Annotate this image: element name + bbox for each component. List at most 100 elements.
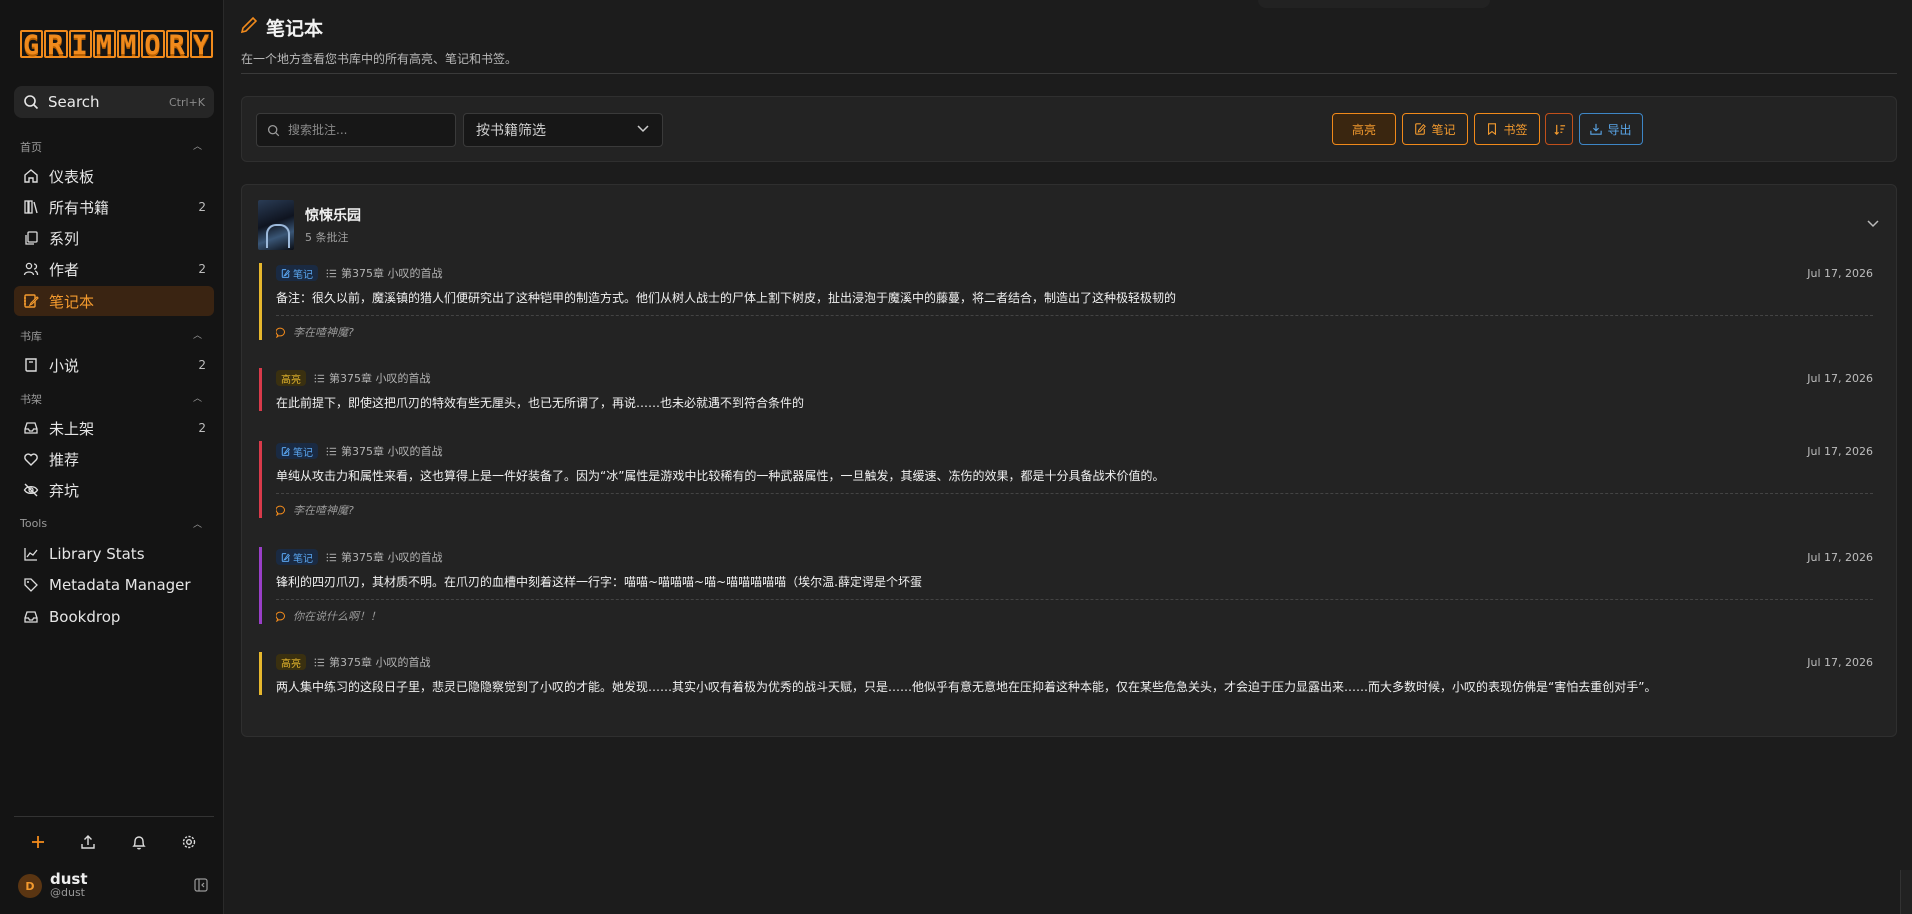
export-button[interactable]: 导出 bbox=[1579, 113, 1643, 145]
sidebar-item-label: Bookdrop bbox=[49, 608, 121, 626]
user-handle: @dust bbox=[50, 886, 85, 899]
annotation-type-badge: 笔记 bbox=[276, 549, 318, 565]
annotation-comment: 你在说什么啊！！ bbox=[276, 599, 1873, 624]
sidebar-item-count: 2 bbox=[198, 421, 206, 435]
main-content: 笔记本 在一个地方查看您书库中的所有高亮、笔记和书签。 按书籍筛选 高亮 笔记 … bbox=[224, 0, 1912, 914]
sort-icon bbox=[1553, 124, 1565, 135]
comment-icon bbox=[276, 505, 285, 516]
eye-off-icon bbox=[22, 481, 40, 499]
annotation-comment-text: 李在喳神魔? bbox=[293, 504, 354, 517]
users-icon bbox=[22, 260, 40, 278]
annotation-date: Jul 17, 2026 bbox=[1807, 655, 1873, 669]
annotation-date: Jul 17, 2026 bbox=[1807, 444, 1873, 458]
annotation-search[interactable] bbox=[256, 113, 456, 147]
sidebar-item-count: 2 bbox=[198, 200, 206, 214]
sort-button[interactable] bbox=[1545, 113, 1573, 145]
annotation-type: 高亮 bbox=[281, 658, 301, 670]
search-label: Search bbox=[48, 93, 100, 111]
notifications-button[interactable] bbox=[127, 830, 151, 854]
page-title: 笔记本 bbox=[240, 14, 323, 41]
sidebar-item-series[interactable]: 系列 bbox=[14, 223, 214, 253]
home-icon bbox=[22, 167, 40, 185]
annotation-item[interactable]: 高亮 第375章 小叹的首战 Jul 17, 2026 在此前提下，即使这把爪刃的特效… bbox=[259, 368, 1873, 411]
sidebar-item-unshelved[interactable]: 未上架 2 bbox=[14, 413, 214, 443]
annotation-type: 高亮 bbox=[281, 374, 301, 386]
library-icon bbox=[22, 198, 40, 216]
add-button[interactable] bbox=[26, 830, 50, 854]
annotation-type: 笔记 bbox=[293, 553, 313, 565]
collapse-book-button[interactable] bbox=[1866, 215, 1880, 234]
filter-highlight-button[interactable]: 高亮 bbox=[1332, 113, 1396, 145]
upload-button[interactable] bbox=[76, 830, 100, 854]
pencil-icon bbox=[240, 16, 258, 39]
list-icon bbox=[326, 269, 337, 277]
annotation-date: Jul 17, 2026 bbox=[1807, 550, 1873, 564]
book-cover bbox=[258, 200, 294, 250]
annotation-chapter-text: 第375章 小叹的首战 bbox=[329, 372, 431, 385]
section-library[interactable]: 书库 ︿ bbox=[20, 328, 202, 344]
sidebar: GRIMMORY Search Ctrl+K 首页 ︿ 仪表板 所有书籍 2 系列… bbox=[0, 0, 224, 914]
copy-icon bbox=[22, 229, 40, 247]
sidebar-item-label: 弃坑 bbox=[49, 481, 80, 500]
sidebar-divider bbox=[14, 816, 214, 817]
chevron-down-icon bbox=[1867, 220, 1879, 228]
sidebar-item-recommended[interactable]: 推荐 bbox=[14, 444, 214, 474]
note-edit-icon bbox=[1415, 123, 1427, 135]
section-title: 书架 bbox=[20, 393, 42, 406]
app-logo[interactable]: GRIMMORY bbox=[20, 30, 214, 60]
download-icon bbox=[1590, 123, 1603, 135]
annotation-search-input[interactable] bbox=[288, 123, 438, 137]
chevron-up-icon: ︿ bbox=[192, 520, 202, 530]
filter-note-button[interactable]: 笔记 bbox=[1402, 113, 1468, 145]
chart-line-icon bbox=[22, 545, 40, 563]
annotation-date: Jul 17, 2026 bbox=[1807, 266, 1873, 280]
settings-button[interactable] bbox=[177, 830, 201, 854]
annotation-chapter-text: 第375章 小叹的首战 bbox=[341, 551, 443, 564]
filter-toolbar: 按书籍筛选 高亮 笔记 书签 导出 bbox=[241, 96, 1897, 162]
section-tools[interactable]: Tools ︿ bbox=[20, 517, 202, 530]
sidebar-item-authors[interactable]: 作者 2 bbox=[14, 254, 214, 284]
sidebar-item-label: 笔记本 bbox=[49, 292, 95, 311]
filter-bookmark-button[interactable]: 书签 bbox=[1474, 113, 1540, 145]
annotation-item[interactable]: 笔记 第375章 小叹的首战 Jul 17, 2026 锋利的四刃爪刃，其材质不明。在… bbox=[259, 547, 1873, 624]
annotation-chapter-text: 第375章 小叹的首战 bbox=[341, 267, 443, 280]
search-icon bbox=[24, 95, 39, 110]
annotation-date: Jul 17, 2026 bbox=[1807, 371, 1873, 385]
logo-letter: R bbox=[165, 30, 189, 60]
sidebar-item-all-books[interactable]: 所有书籍 2 bbox=[14, 192, 214, 222]
section-shelves[interactable]: 书架 ︿ bbox=[20, 391, 202, 407]
book-header[interactable]: 惊悚乐园 5 条批注 bbox=[258, 200, 361, 250]
search-button[interactable]: Search Ctrl+K bbox=[14, 86, 214, 118]
collapse-sidebar-icon[interactable] bbox=[194, 877, 208, 896]
book-filter-select[interactable]: 按书籍筛选 bbox=[463, 113, 663, 147]
user-profile[interactable]: D dust @dust bbox=[18, 870, 208, 902]
sidebar-item-dashboard[interactable]: 仪表板 bbox=[14, 161, 214, 191]
sidebar-item-library-stats[interactable]: Library Stats bbox=[14, 539, 214, 569]
search-icon bbox=[267, 124, 280, 136]
annotation-item[interactable]: 笔记 第375章 小叹的首战 Jul 17, 2026 备注：很久以前，魔溪镇的猎人们… bbox=[259, 263, 1873, 340]
note-edit-icon bbox=[281, 446, 290, 456]
annotation-item[interactable]: 高亮 第375章 小叹的首战 Jul 17, 2026 两人集中练习的这段日子里，悲灵… bbox=[259, 652, 1873, 695]
annotation-item[interactable]: 笔记 第375章 小叹的首战 Jul 17, 2026 单纯从攻击力和属性来看，这也算… bbox=[259, 441, 1873, 518]
sidebar-item-novel[interactable]: 小说 2 bbox=[14, 350, 214, 380]
sidebar-item-abandoned[interactable]: 弃坑 bbox=[14, 475, 214, 505]
avatar: D bbox=[18, 874, 42, 898]
section-title: 书库 bbox=[20, 330, 42, 343]
logo-letter: I bbox=[68, 30, 92, 60]
sidebar-item-bookdrop[interactable]: Bookdrop bbox=[14, 602, 214, 632]
bookmark-icon bbox=[1488, 123, 1497, 135]
annotation-chapter-text: 第375章 小叹的首战 bbox=[329, 656, 431, 669]
section-title: 首页 bbox=[20, 141, 42, 154]
book-filter-value: 按书籍筛选 bbox=[476, 123, 546, 139]
page-subtitle: 在一个地方查看您书库中的所有高亮、笔记和书签。 bbox=[241, 52, 518, 66]
logo-letter: M bbox=[117, 30, 141, 60]
sidebar-item-notebook[interactable]: 笔记本 bbox=[14, 286, 214, 316]
section-home[interactable]: 首页 ︿ bbox=[20, 139, 202, 155]
bell-icon bbox=[132, 836, 146, 850]
comment-icon bbox=[276, 611, 285, 622]
sidebar-item-label: 系列 bbox=[49, 229, 80, 248]
sidebar-item-metadata-manager[interactable]: Metadata Manager bbox=[14, 570, 214, 600]
chevron-up-icon: ︿ bbox=[192, 142, 202, 152]
gear-icon bbox=[182, 835, 196, 849]
annotation-comment: 李在喳神魔? bbox=[276, 493, 1873, 518]
